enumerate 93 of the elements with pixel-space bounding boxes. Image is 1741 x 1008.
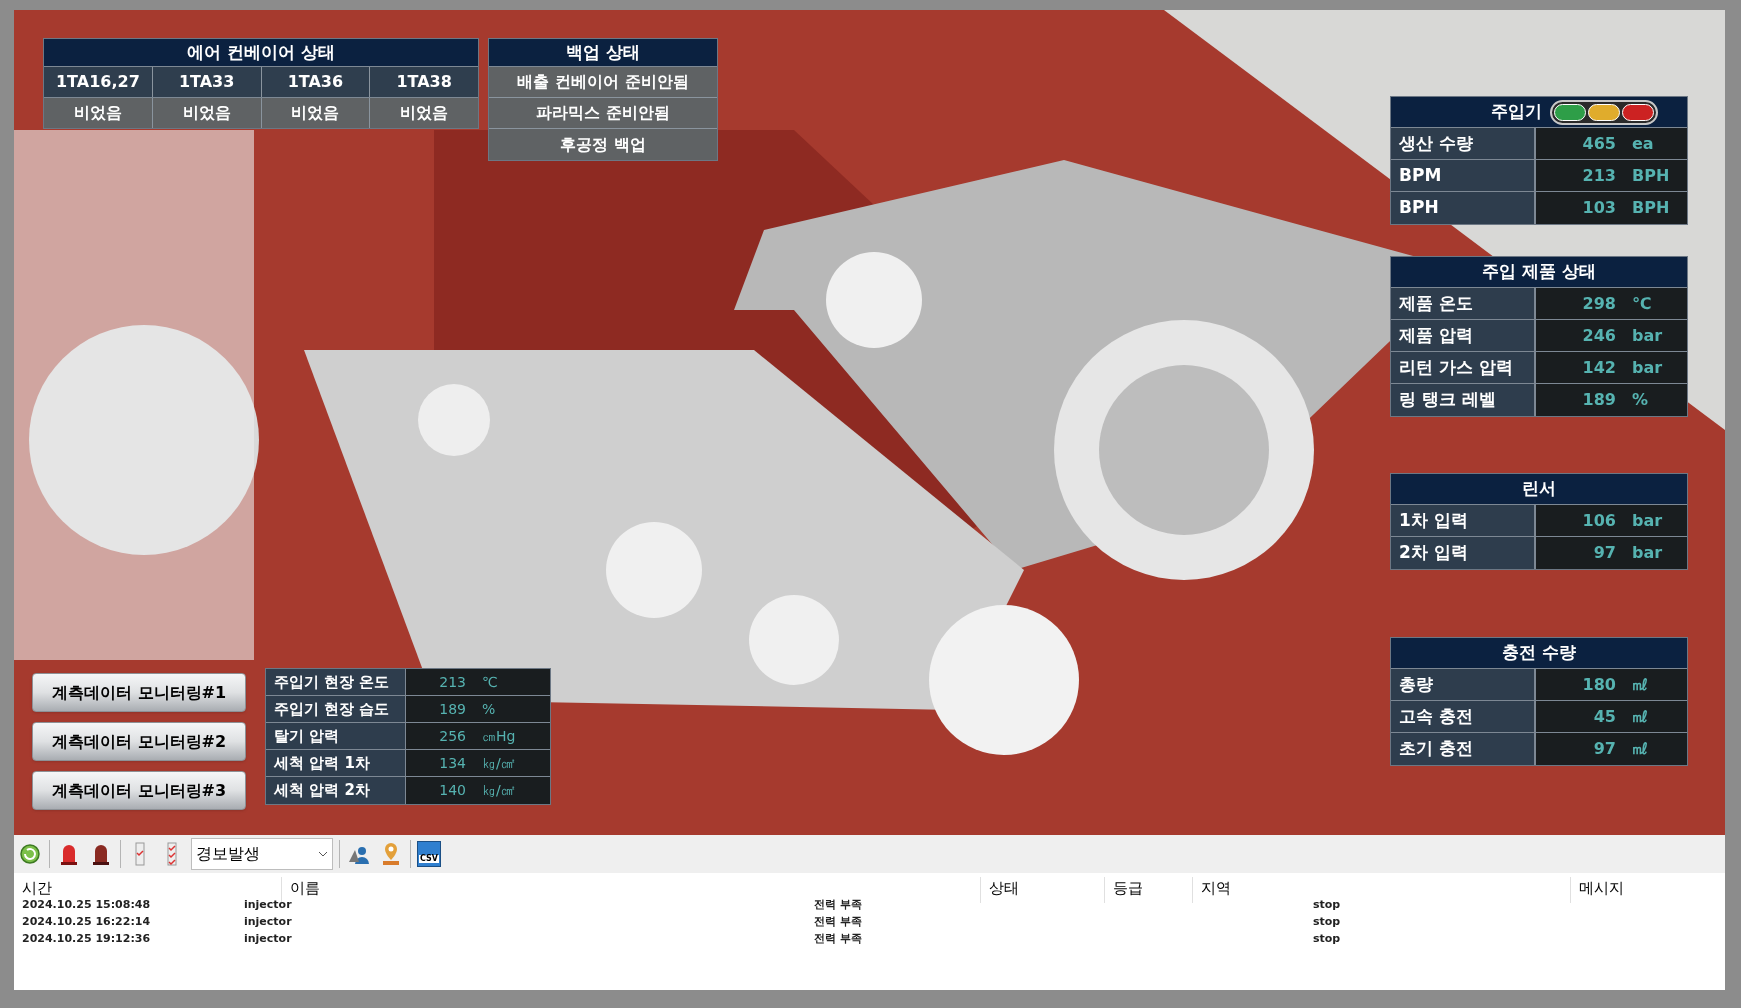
value-text: 103 <box>1581 197 1616 219</box>
table-cell-text: 2024.10.25 15:08:48 <box>21 897 152 914</box>
value-text: 134 <box>438 753 466 773</box>
label-cell: 링 탱크 레벨 <box>1391 384 1536 416</box>
label-cell: BPH <box>1391 192 1536 224</box>
label-cell: 세척 압력 2차 <box>266 777 406 804</box>
label-cell: 1차 입력 <box>1391 505 1536 536</box>
value-text: 256 <box>438 726 466 746</box>
conveyor-name-cell: 1TA36 <box>261 67 371 97</box>
conveyor-status-cell: 비었음 <box>261 98 371 128</box>
column-header[interactable]: 지역 <box>1201 877 1231 900</box>
label-cell: 고속 충전 <box>1391 701 1536 732</box>
unit-text: ㎏/㎠ <box>482 753 515 773</box>
panel-title: 주입기 <box>1490 100 1542 124</box>
value-text: 140 <box>438 781 466 800</box>
conveyor-status-cell: 비었음 <box>370 98 478 128</box>
unit-text: bar <box>1632 542 1663 564</box>
column-header[interactable]: 시간 <box>22 877 52 900</box>
value-text: 106 <box>1581 509 1616 532</box>
unit-text: BPH <box>1632 164 1670 187</box>
filter-dropdown[interactable]: 경보발생 <box>191 838 333 870</box>
unit-text: ℃ <box>482 672 498 692</box>
table-cell-text: 전력 부족 <box>814 897 863 914</box>
conveyor-name-cell: 1TA33 <box>152 67 262 97</box>
refresh-icon[interactable] <box>17 841 43 867</box>
unit-text: ㎝Hg <box>482 726 516 746</box>
conveyor-name-cell: 1TA16,27 <box>44 67 153 97</box>
unit-text: ℃ <box>1632 292 1652 315</box>
panel-title: 주입 제품 상태 <box>1482 260 1596 284</box>
value-text: 465 <box>1581 132 1616 155</box>
label-cell: 제품 온도 <box>1391 288 1536 319</box>
label-cell: 탈기 압력 <box>266 723 406 749</box>
backup-status-cell: 파라믹스 준비안됨 <box>489 98 717 129</box>
monitoring-button[interactable]: 계측데이터 모니터링#1 <box>32 673 246 712</box>
panel-title: 린서 <box>1522 477 1556 501</box>
label-cell: 초기 충전 <box>1391 733 1536 765</box>
table-cell-text: 2024.10.25 19:12:36 <box>21 931 152 948</box>
unit-text: bar <box>1632 509 1663 532</box>
label-cell: 생산 수량 <box>1391 128 1536 159</box>
value-text: 97 <box>1592 738 1616 760</box>
unit-text: % <box>1632 389 1649 411</box>
value-text: 298 <box>1581 292 1616 315</box>
unit-text: bar <box>1632 324 1663 347</box>
chevron-down-icon <box>318 851 328 857</box>
value-text: 189 <box>1581 389 1616 411</box>
label-cell: 리턴 가스 압력 <box>1391 352 1536 383</box>
panel-title: 충전 수량 <box>1502 641 1576 665</box>
table-cell-text: injector <box>244 914 293 931</box>
unit-text: % <box>482 699 496 719</box>
unit-text: ㎖ <box>1632 673 1648 696</box>
unit-text: ㎏/㎠ <box>482 781 515 800</box>
label-cell: 2차 입력 <box>1391 537 1536 569</box>
value-text: 45 <box>1592 705 1616 728</box>
monitoring-button[interactable]: 계측데이터 모니터링#3 <box>32 771 246 810</box>
column-header[interactable]: 등급 <box>1113 877 1143 900</box>
conveyor-name-cell: 1TA38 <box>370 67 478 97</box>
value-text: 97 <box>1592 542 1616 564</box>
column-header[interactable]: 이름 <box>290 877 320 900</box>
panel-title: 백업 상태 <box>566 40 640 64</box>
value-text: 213 <box>438 672 466 692</box>
table-cell-text: injector <box>244 931 293 948</box>
monitoring-button[interactable]: 계측데이터 모니터링#2 <box>32 722 246 761</box>
column-header[interactable]: 메시지 <box>1579 877 1624 900</box>
column-header[interactable]: 상태 <box>989 877 1019 900</box>
value-text: 180 <box>1581 673 1616 696</box>
table-cell: stop <box>1313 931 1341 948</box>
label-cell: 세척 압력 1차 <box>266 750 406 776</box>
table-cell-text: injector <box>244 897 293 914</box>
table-cell: stop <box>1313 914 1341 931</box>
backup-status-cell: 배출 컨베이어 준비안됨 <box>489 67 717 98</box>
label-cell: BPM <box>1391 160 1536 191</box>
table-cell-text: 전력 부족 <box>814 931 863 948</box>
value-text: 246 <box>1581 324 1616 347</box>
panel-title: 에어 컨베이어 상태 <box>187 40 335 64</box>
table-cell-text: 전력 부족 <box>814 914 863 931</box>
unit-text: ea <box>1632 132 1654 155</box>
value-text: 213 <box>1581 164 1616 187</box>
backup-status-cell: 후공정 백업 <box>489 129 717 160</box>
unit-text: bar <box>1632 356 1663 379</box>
value-text: 142 <box>1581 356 1616 379</box>
unit-text: ㎖ <box>1632 738 1648 760</box>
table-cell-text: 2024.10.25 16:22:14 <box>21 914 152 931</box>
conveyor-status-cell: 비었음 <box>44 98 153 128</box>
save-csv-button[interactable]: CSV <box>417 841 441 867</box>
label-cell: 제품 압력 <box>1391 320 1536 351</box>
value-text: 189 <box>438 699 466 719</box>
table-cell: stop <box>1313 897 1341 914</box>
label-cell: 총량 <box>1391 669 1536 700</box>
label-cell: 주입기 현장 온도 <box>266 669 406 695</box>
label-cell: 주입기 현장 습도 <box>266 696 406 722</box>
unit-text: BPH <box>1632 197 1670 219</box>
conveyor-status-cell: 비었음 <box>152 98 262 128</box>
unit-text: ㎖ <box>1632 705 1648 728</box>
